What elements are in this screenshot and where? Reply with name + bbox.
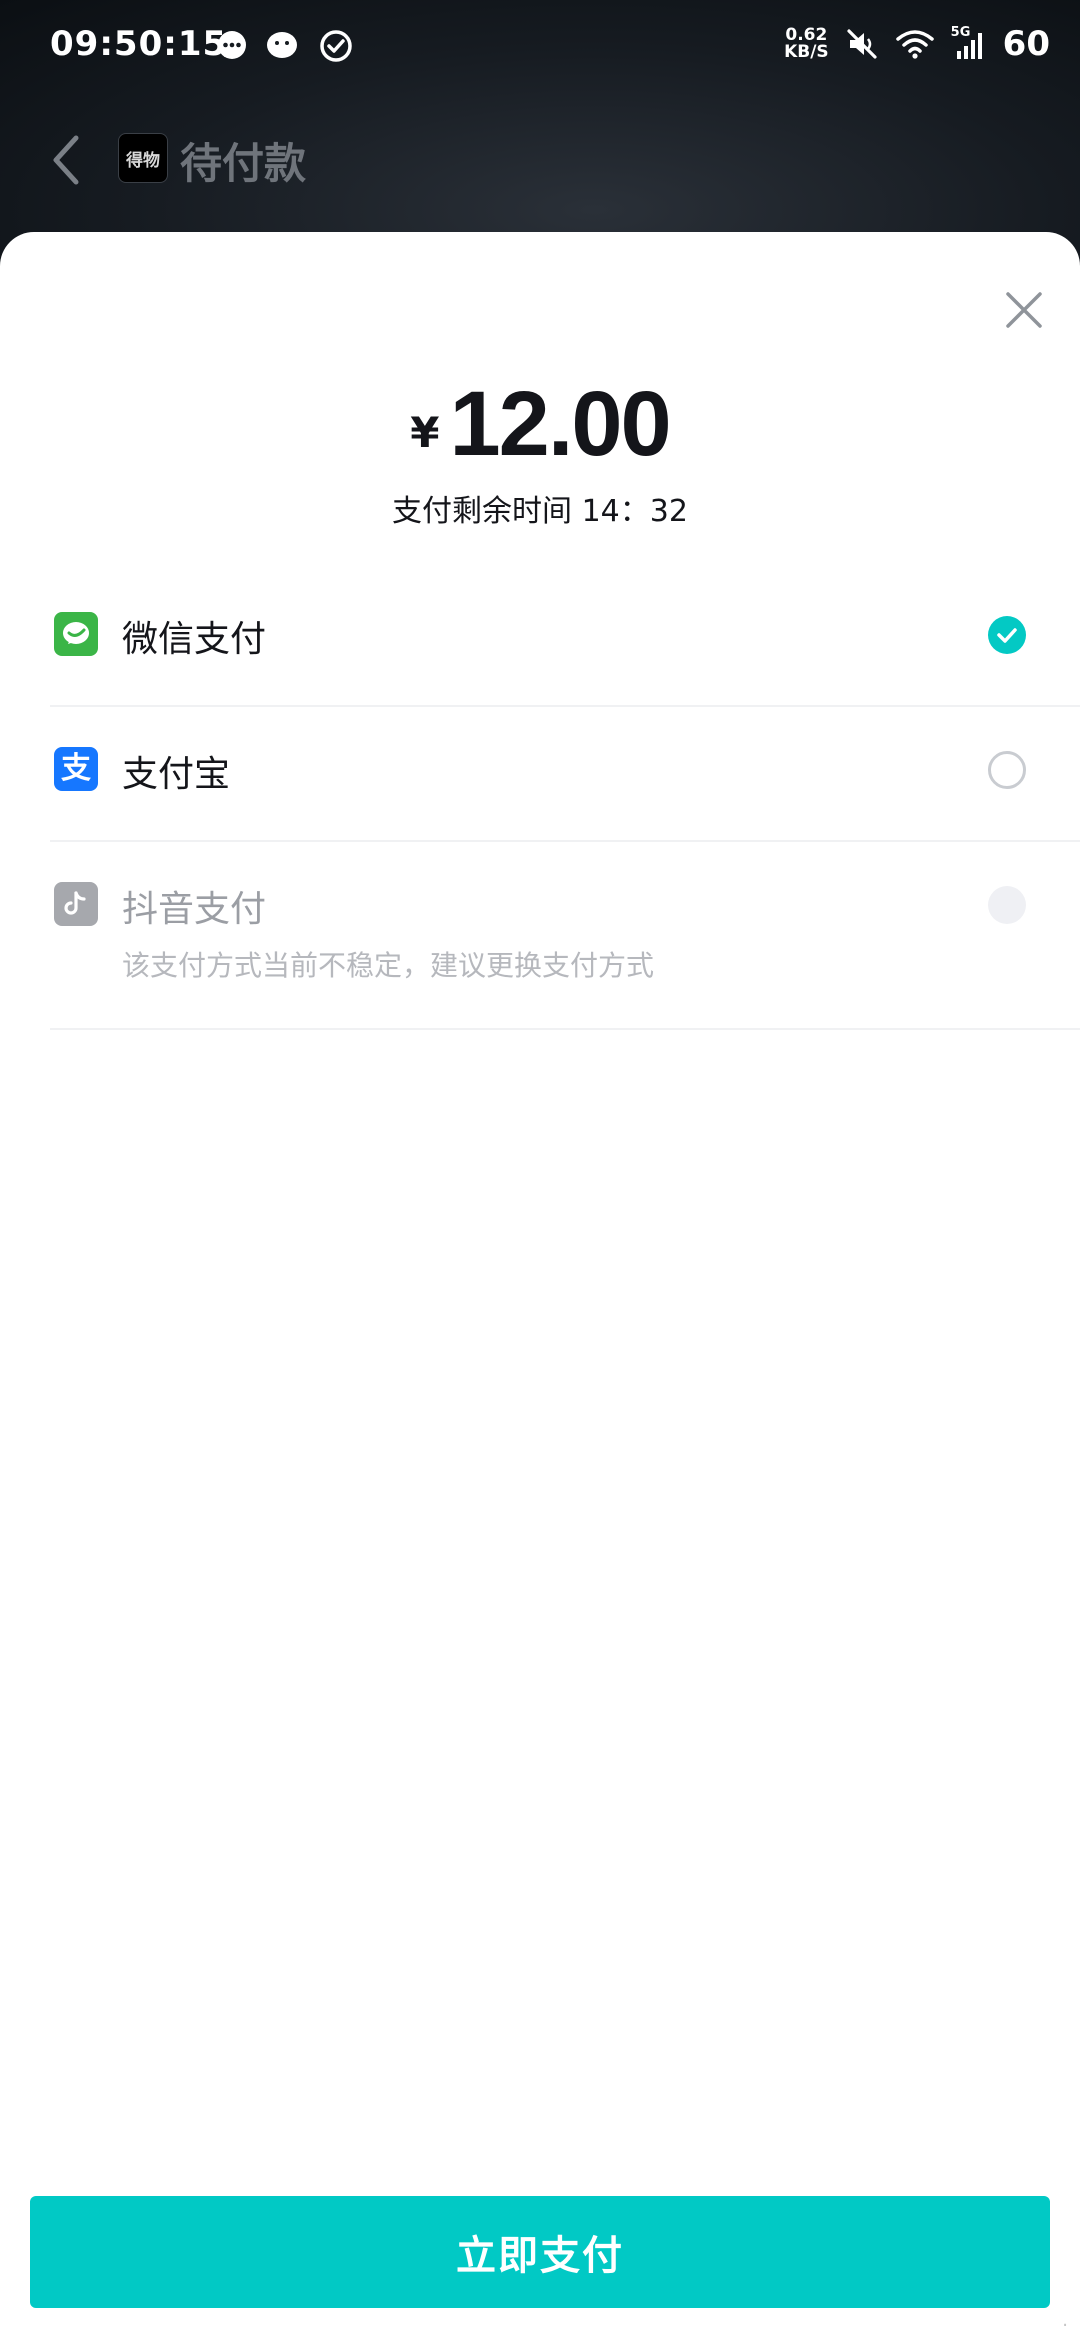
status-right-group: 0.62 KB/S 5G 60 xyxy=(784,22,1050,66)
radio-selected[interactable] xyxy=(988,616,1026,654)
payment-countdown: 支付剩余时间 14：32 xyxy=(392,494,688,529)
payment-sheet: ¥12.00 支付剩余时间 14：32 微信支付 支 支付宝 抖音支付 该支付方… xyxy=(0,232,1080,2340)
network-speed: 0.62 KB/S xyxy=(784,27,829,61)
payment-option-alipay[interactable]: 支 支付宝 xyxy=(50,707,1080,842)
currency-symbol: ¥ xyxy=(410,408,440,457)
payment-amount: ¥12.00 xyxy=(0,372,1080,477)
chat-bubble-icon xyxy=(218,31,246,59)
status-time: 09:50:15 xyxy=(50,24,228,64)
signal-icon: 5G xyxy=(951,25,987,61)
page-title: 待付款 xyxy=(180,139,307,188)
payment-option-wechat[interactable]: 微信支付 xyxy=(50,572,1080,707)
douyin-pay-icon xyxy=(54,882,98,926)
payment-option-douyin: 抖音支付 该支付方式当前不稳定，建议更换支付方式 xyxy=(50,842,1080,1030)
checkmark-icon xyxy=(997,628,1017,643)
alipay-icon: 支 xyxy=(54,747,98,791)
back-arrow-icon[interactable] xyxy=(48,132,84,188)
payment-method-list: 微信支付 支 支付宝 抖音支付 该支付方式当前不稳定，建议更换支付方式 xyxy=(0,572,1080,1030)
wifi-icon xyxy=(895,30,934,59)
payment-screen: 09:50:15 0.62 KB/S 5G 60 得物 待付款 ¥ 12.00 … xyxy=(0,0,1080,2340)
wechat-pay-icon xyxy=(54,612,98,656)
amount-value: 12.00 xyxy=(449,373,672,475)
wechat-icon xyxy=(267,32,297,58)
watermark: · xyxy=(1062,2315,1068,2336)
battery-level: 60 xyxy=(1002,24,1050,64)
network-speed-unit: KB/S xyxy=(784,42,829,62)
status-bar: 09:50:15 0.62 KB/S 5G 60 xyxy=(0,0,1080,92)
radio-unselected[interactable] xyxy=(988,751,1026,789)
payment-option-label: 抖音支付 xyxy=(122,889,267,930)
nav-bar: 得物 待付款 xyxy=(0,120,1080,200)
payment-option-label: 支付宝 xyxy=(122,754,231,795)
mute-icon xyxy=(847,29,877,59)
payment-option-warning: 该支付方式当前不稳定，建议更换支付方式 xyxy=(122,949,655,982)
payment-option-label: 微信支付 xyxy=(122,619,267,660)
close-icon[interactable] xyxy=(1002,288,1046,332)
pay-now-button[interactable]: 立即支付 xyxy=(30,2196,1050,2308)
check-circle-icon xyxy=(320,30,352,62)
app-logo: 得物 xyxy=(118,133,168,183)
radio-disabled xyxy=(988,886,1026,924)
